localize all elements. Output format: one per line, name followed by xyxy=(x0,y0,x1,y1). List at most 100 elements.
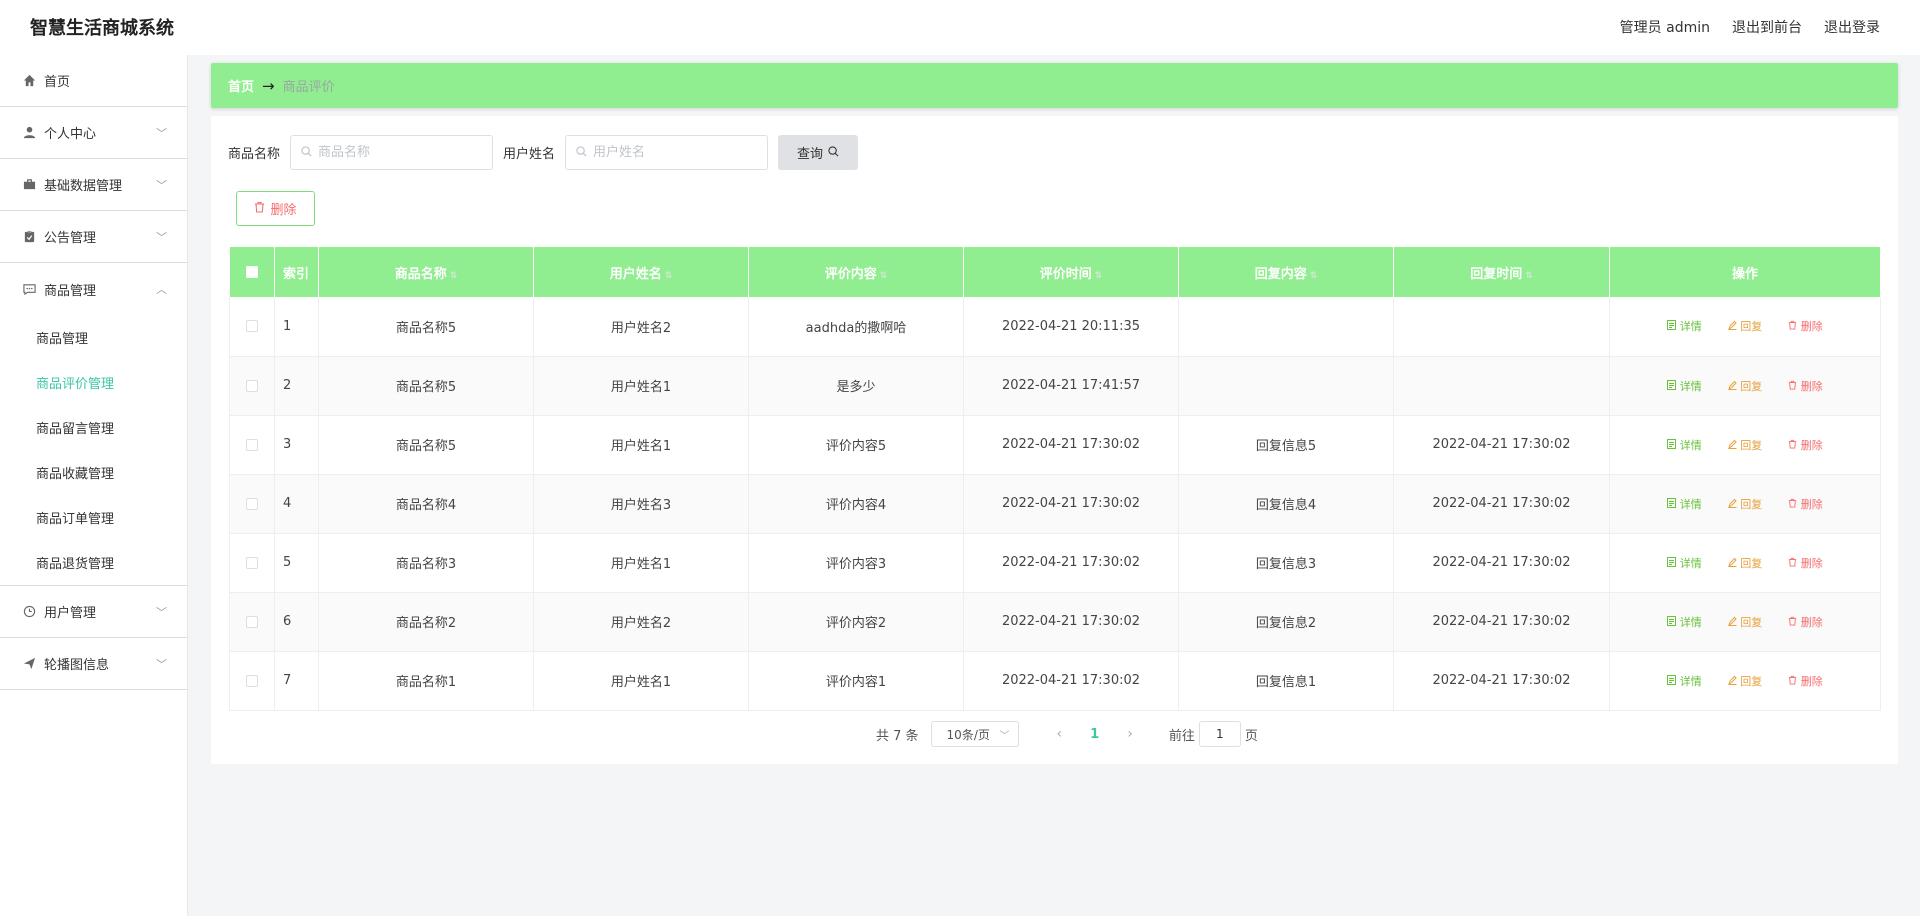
detail-button[interactable]: 详情 xyxy=(1667,614,1702,630)
cell-user-name: 用户姓名2 xyxy=(533,592,749,652)
detail-button[interactable]: 详情 xyxy=(1667,673,1702,689)
query-button[interactable]: 查询 xyxy=(778,135,859,170)
page-size-select[interactable]: 10条/页 ﹀ xyxy=(930,721,1019,747)
user-name-input[interactable] xyxy=(593,145,754,160)
breadcrumb-home[interactable]: 首页 xyxy=(228,76,254,95)
delete-button[interactable]: 删除 xyxy=(1788,673,1823,689)
detail-label: 详情 xyxy=(1679,379,1702,393)
column-header-time[interactable]: 评价时间 ⇅ xyxy=(963,247,1179,297)
submenu-item-product-favorite[interactable]: 商品收藏管理 xyxy=(0,450,187,495)
trash-icon xyxy=(1789,321,1797,330)
delete-button[interactable]: 删除 xyxy=(1788,614,1823,630)
sort-icon[interactable]: ⇅ xyxy=(1525,271,1533,281)
column-header-user[interactable]: 用户姓名 ⇅ xyxy=(533,247,749,297)
search-icon xyxy=(576,145,587,160)
detail-button[interactable]: 详情 xyxy=(1667,378,1702,394)
user-name-field[interactable] xyxy=(565,135,769,170)
reply-button[interactable]: 回复 xyxy=(1727,318,1762,334)
cell-reply-time: 2022-04-21 17:30:02 xyxy=(1393,474,1610,534)
reply-button[interactable]: 回复 xyxy=(1727,378,1763,394)
row-checkbox[interactable] xyxy=(246,497,258,510)
sort-icon[interactable]: ⇅ xyxy=(450,271,458,281)
reply-button[interactable]: 回复 xyxy=(1727,496,1762,512)
edit-icon xyxy=(1727,321,1737,331)
detail-button[interactable]: 详情 xyxy=(1667,318,1702,334)
sidebar-item-label: 商品管理 xyxy=(44,283,97,299)
product-name-field[interactable] xyxy=(290,135,494,170)
delete-button[interactable]: 删除 xyxy=(1788,437,1823,453)
cell-review-time: 2022-04-21 17:30:02 xyxy=(963,592,1179,652)
reply-button[interactable]: 回复 xyxy=(1727,673,1762,689)
batch-delete-button[interactable]: 删除 xyxy=(236,191,315,226)
row-select-cell xyxy=(229,415,275,475)
delete-button[interactable]: 删除 xyxy=(1788,378,1823,394)
submenu-item-product-message[interactable]: 商品留言管理 xyxy=(0,405,187,450)
trash-icon xyxy=(1789,380,1797,390)
column-header-reply[interactable]: 回复内容 ⇅ xyxy=(1178,247,1394,297)
row-checkbox[interactable] xyxy=(246,438,258,451)
user-name-label: 用户姓名 xyxy=(503,147,556,162)
cell-product-name: 商品名称3 xyxy=(318,533,534,593)
select-all-checkbox[interactable] xyxy=(245,266,258,278)
clipboard-icon xyxy=(22,230,36,244)
sidebar-item-label: 用户管理 xyxy=(44,606,97,621)
goto-page-input[interactable] xyxy=(1198,721,1241,747)
reply-button[interactable]: 回复 xyxy=(1727,555,1762,571)
sidebar-item-products[interactable]: 商品管理 ︿ xyxy=(0,263,187,315)
cell-reply-content: 回复信息3 xyxy=(1178,533,1394,593)
column-header-label: 商品名称 xyxy=(394,266,447,282)
detail-button[interactable]: 详情 xyxy=(1667,555,1702,571)
sidebar-item-announcements[interactable]: 公告管理 ﹀ xyxy=(0,211,187,263)
table-row: 2 商品名称5 用户姓名1 是多少 2022-04-21 17:41:57 详情 回复 … xyxy=(229,356,1881,416)
row-select-cell xyxy=(229,592,275,652)
row-checkbox[interactable] xyxy=(246,615,258,628)
sort-icon[interactable]: ⇅ xyxy=(1095,271,1103,281)
row-checkbox[interactable] xyxy=(246,320,258,333)
sidebar-item-personal-center[interactable]: 个人中心 ﹀ xyxy=(0,107,187,159)
edit-icon xyxy=(1727,616,1737,626)
submenu-item-product-review[interactable]: 商品评价管理 xyxy=(0,360,187,405)
batch-delete-label: 删除 xyxy=(270,203,297,218)
cell-review-time: 2022-04-21 17:41:57 xyxy=(963,356,1179,416)
exit-to-frontend-link[interactable]: 退出到前台 xyxy=(1732,17,1802,37)
sort-icon[interactable]: ⇅ xyxy=(1310,271,1318,281)
prev-page-button[interactable]: ‹ xyxy=(1057,726,1063,742)
cell-reply-time: 2022-04-21 17:30:02 xyxy=(1393,533,1610,593)
cell-reply-time xyxy=(1393,297,1610,357)
delete-button[interactable]: 删除 xyxy=(1788,318,1823,334)
column-header-content[interactable]: 评价内容 ⇅ xyxy=(748,247,964,297)
sidebar-item-carousel[interactable]: 轮播图信息 ﹀ xyxy=(0,638,187,690)
product-name-input[interactable] xyxy=(318,145,479,160)
cell-reply-content: 回复信息4 xyxy=(1178,474,1394,534)
sidebar-item-home[interactable]: 首页 xyxy=(0,55,187,107)
reply-button[interactable]: 回复 xyxy=(1727,437,1762,453)
submenu-item-product-return[interactable]: 商品退货管理 xyxy=(0,540,187,585)
delete-button[interactable]: 删除 xyxy=(1788,555,1823,571)
sidebar-item-users[interactable]: 用户管理 ﹀ xyxy=(0,586,187,638)
column-header-reply-time[interactable]: 回复时间 ⇅ xyxy=(1393,247,1610,297)
submenu-item-product-order[interactable]: 商品订单管理 xyxy=(0,495,187,540)
sort-icon[interactable]: ⇅ xyxy=(880,271,888,281)
detail-button[interactable]: 详情 xyxy=(1667,496,1702,512)
delete-button[interactable]: 删除 xyxy=(1788,496,1823,512)
row-checkbox[interactable] xyxy=(246,674,258,687)
cell-index: 3 xyxy=(274,415,319,475)
column-header-label: 用户姓名 xyxy=(609,266,662,282)
logout-link[interactable]: 退出登录 xyxy=(1824,17,1880,37)
page-number-current[interactable]: 1 xyxy=(1090,727,1099,742)
sidebar-item-basic-data[interactable]: 基础数据管理 ﹀ xyxy=(0,159,187,211)
reply-label: 回复 xyxy=(1740,379,1763,393)
row-checkbox[interactable] xyxy=(246,379,258,392)
admin-user-link[interactable]: 管理员 admin xyxy=(1620,17,1710,37)
next-page-button[interactable]: › xyxy=(1127,726,1133,742)
detail-label: 详情 xyxy=(1679,320,1702,334)
cell-product-name: 商品名称2 xyxy=(318,592,534,652)
submenu-item-product-manage[interactable]: 商品管理 xyxy=(0,315,187,360)
column-header-product[interactable]: 商品名称 ⇅ xyxy=(318,247,534,297)
row-checkbox[interactable] xyxy=(246,556,258,569)
sort-icon[interactable]: ⇅ xyxy=(665,271,673,281)
reply-button[interactable]: 回复 xyxy=(1727,614,1762,630)
row-actions: 详情 回复 删除 xyxy=(1610,614,1880,630)
detail-button[interactable]: 详情 xyxy=(1667,437,1702,453)
cell-review-content: aadhda的撒啊哈 xyxy=(748,297,964,357)
